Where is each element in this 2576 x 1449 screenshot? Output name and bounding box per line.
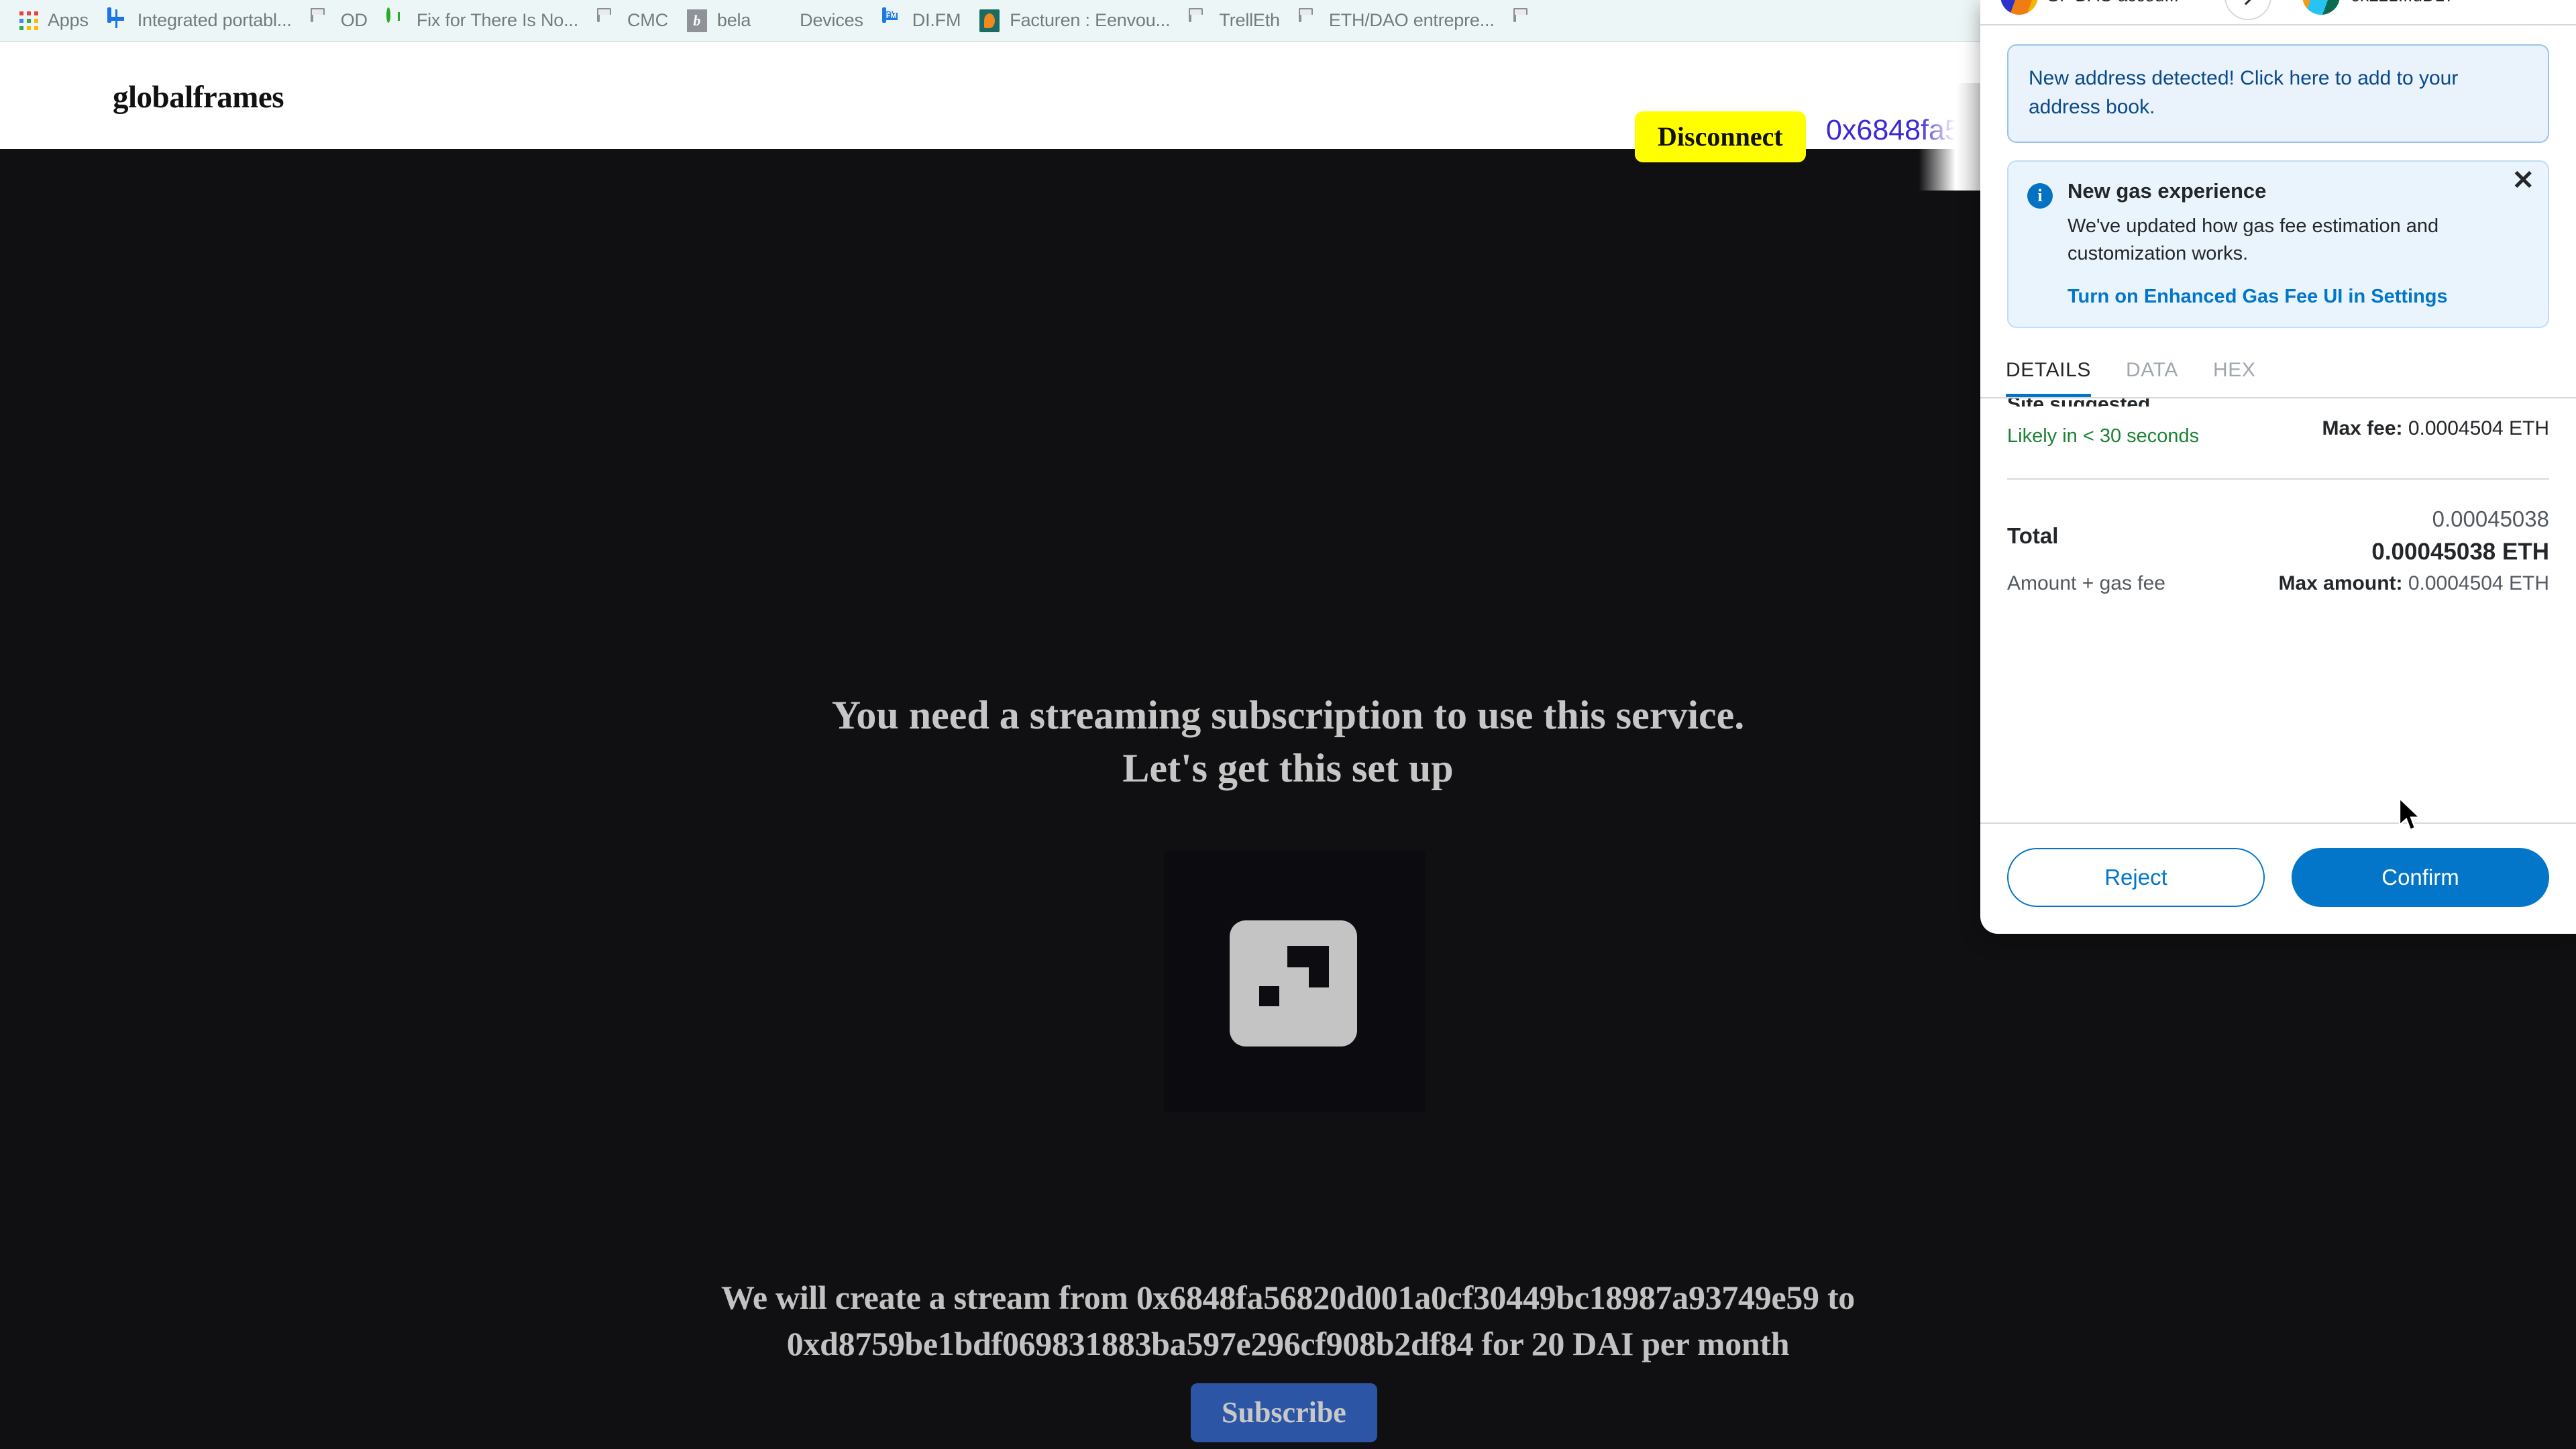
max-amount-row: Max amount: 0.0004504 ETH — [2278, 572, 2549, 595]
letter-b-icon: b — [686, 9, 710, 32]
confirm-button[interactable]: Confirm — [2292, 848, 2549, 907]
total-amount-eth: 0.00045038 ETH — [2371, 538, 2549, 565]
bookmark-cmc[interactable]: CMC — [589, 5, 679, 36]
superfluid-logo-icon — [1230, 920, 1357, 1046]
max-amount-label: Max amount: — [2278, 572, 2403, 594]
new-address-banner[interactable]: New address detected! Click here to add … — [2007, 44, 2549, 144]
total-label: Total — [2007, 523, 2059, 548]
bookmark-apps[interactable]: Apps — [9, 5, 99, 36]
max-amount-value: 0.0004504 ETH — [2408, 572, 2549, 594]
reject-button[interactable]: Reject — [2007, 848, 2265, 907]
metamask-confirmation-popup: GF DAO accou... 0x221...dD17 New address… — [1980, 0, 2576, 934]
folder-icon — [1298, 7, 1322, 32]
info-icon: i — [2027, 183, 2053, 209]
bookmark-label: DI.FM — [912, 10, 961, 30]
logo-block-bottom-left — [1259, 986, 1279, 1006]
gas-fee-row: Site suggested Likely in < 30 seconds Ma… — [2007, 398, 2549, 447]
tab-data[interactable]: DATA — [2126, 359, 2178, 397]
enable-enhanced-gas-link[interactable]: Turn on Enhanced Gas Fee UI in Settings — [2068, 286, 2529, 308]
folder-icon — [1189, 7, 1212, 32]
speed-estimate-label: Likely in < 30 seconds — [2007, 425, 2200, 447]
gas-experience-notice: i New gas experience We've updated how g… — [2007, 160, 2549, 328]
stream-description: We will create a stream from 0x6848fa568… — [349, 1275, 2227, 1367]
max-fee-value: 0.0004504 ETH — [2408, 417, 2549, 439]
globe-icon — [769, 9, 792, 32]
transaction-tabs: DETAILS DATA HEX — [1980, 359, 2576, 398]
max-fee-label: Max fee: — [2322, 417, 2403, 439]
bookmark-difm[interactable]: DIFM DI.FM — [874, 5, 972, 36]
bookmark-devices[interactable]: Devices — [761, 5, 874, 36]
folder-icon — [310, 7, 333, 32]
bookmark-label: ETH/DAO entrepre... — [1328, 10, 1495, 30]
transaction-details-scroll[interactable]: Site suggested Likely in < 30 seconds Ma… — [1980, 398, 2576, 822]
total-amount-plain: 0.00045038 — [2432, 506, 2549, 531]
bookmark-fix-for-there-is-no[interactable]: Fix for There Is No... — [378, 5, 589, 36]
site-suggested-label: Site suggested — [2007, 398, 2199, 407]
apps-grid-icon — [17, 9, 40, 32]
wallet-address-label[interactable]: 0x6848fa56 — [1826, 114, 1977, 147]
bookmark-label: Facturen : Eenvou... — [1010, 10, 1171, 30]
recipient-account-name: 0x221...dD17 — [2351, 0, 2455, 6]
bookmark-label: Fix for There Is No... — [416, 10, 578, 30]
blue-document-icon — [107, 7, 130, 32]
logo-block-right — [1309, 946, 1329, 987]
stream-description-line-2: 0xd8759be1bdf069831883ba597e296cf908b2df… — [786, 1325, 1790, 1362]
bookmark-integrated-portable[interactable]: Integrated portabl... — [99, 5, 303, 36]
transaction-actions: Reject Confirm — [1980, 822, 2576, 934]
transfer-arrow-icon — [2224, 0, 2271, 20]
sender-account-name: GF DAO accou... — [2046, 0, 2179, 6]
green-power-icon — [386, 7, 409, 32]
max-fee-row: Max fee: 0.0004504 ETH — [2322, 402, 2549, 440]
bookmark-trelleth[interactable]: TrellEth — [1181, 5, 1290, 36]
subscribe-button[interactable]: Subscribe — [1191, 1383, 1377, 1442]
bookmark-facturen[interactable]: Facturen : Eenvou... — [971, 5, 1181, 36]
difm-icon: DIFM — [881, 7, 905, 32]
metamask-account-header: GF DAO accou... 0x221...dD17 — [1980, 0, 2576, 25]
bookmark-label: Apps — [48, 10, 89, 30]
bookmark-label: TrellEth — [1219, 10, 1280, 30]
tab-hex[interactable]: HEX — [2213, 359, 2256, 397]
facturen-icon — [979, 9, 1002, 32]
bookmark-label: bela — [716, 10, 751, 30]
disconnect-button[interactable]: Disconnect — [1635, 111, 1806, 162]
bookmark-overflow[interactable] — [1505, 5, 1547, 36]
stream-description-line-1: We will create a stream from 0x6848fa568… — [720, 1279, 1855, 1316]
bookmark-eth-dao-entrepreneurs[interactable]: ETH/DAO entrepre... — [1291, 5, 1505, 36]
total-section: Total 0.00045038 0.00045038 ETH Amount +… — [2007, 480, 2549, 595]
folder-icon — [597, 7, 620, 32]
gas-notice-title: New gas experience — [2068, 179, 2267, 203]
gas-notice-body: We've updated how gas fee estimation and… — [2068, 215, 2439, 265]
bookmark-bela[interactable]: b bela — [679, 5, 761, 36]
tab-details[interactable]: DETAILS — [2006, 359, 2092, 397]
recipient-avatar — [2302, 0, 2340, 15]
bookmark-label: OD — [340, 10, 368, 30]
folder-icon — [1513, 7, 1536, 32]
total-sublabel: Amount + gas fee — [2007, 572, 2165, 594]
close-icon[interactable]: ✕ — [2512, 167, 2534, 194]
bookmark-od[interactable]: OD — [303, 5, 378, 36]
bookmark-label: CMC — [627, 10, 668, 30]
site-brand-title: globalframes — [113, 80, 284, 115]
bookmark-label: Devices — [800, 10, 863, 30]
bookmark-label: Integrated portabl... — [137, 10, 292, 30]
sender-avatar — [2000, 0, 2038, 15]
